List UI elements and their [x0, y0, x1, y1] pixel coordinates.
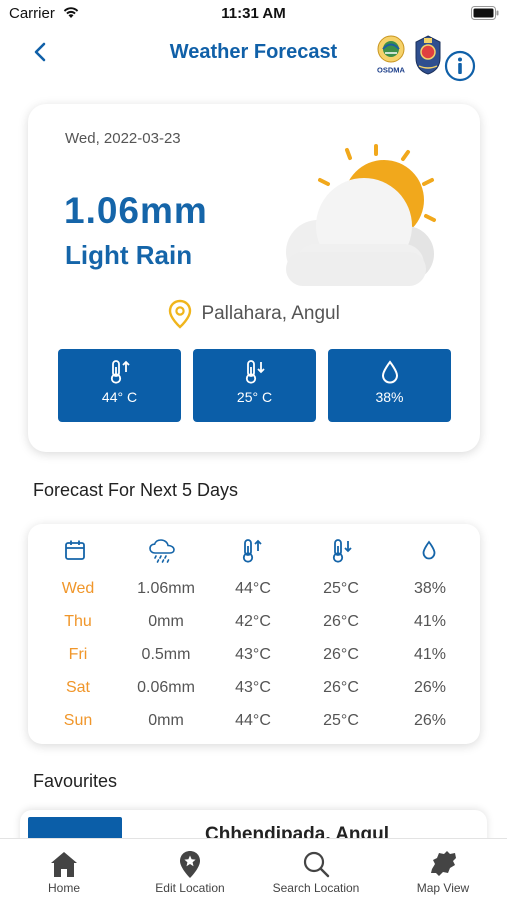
forecast-rain: 0mm	[148, 613, 184, 630]
humidity-box[interactable]: 38%	[328, 349, 451, 422]
map-icon	[431, 851, 456, 876]
forecast-min: 25°C	[323, 712, 359, 729]
status-bar: Carrier 11:31 AM	[0, 0, 507, 30]
forecast-rain: 0.5mm	[141, 646, 191, 663]
forecast-header-date	[45, 538, 105, 567]
sun-cloud-rain-icon	[286, 144, 436, 286]
location-pin-icon	[180, 851, 200, 878]
forecast-day: Thu	[64, 613, 92, 630]
forecast-day: Sun	[63, 712, 93, 729]
location-name: Pallahara, Angul	[201, 303, 340, 324]
forecast-max: 44°C	[235, 580, 271, 597]
max-temp-value: 44° C	[101, 389, 138, 405]
svg-text:OSDMA: OSDMA	[377, 66, 406, 75]
forecast-rain: 1.06mm	[137, 580, 195, 597]
forecast-min: 26°C	[323, 613, 359, 630]
forecast-min: 26°C	[323, 679, 359, 696]
forecast-header-max	[222, 538, 282, 569]
thermometer-down-icon	[245, 360, 265, 384]
clock: 11:31 AM	[221, 5, 286, 22]
tab-search-location[interactable]: Search Location	[253, 839, 379, 900]
thermometer-up-icon	[110, 360, 130, 384]
droplet-icon	[422, 540, 436, 560]
forecast-humidity: 26%	[413, 712, 447, 729]
info-button[interactable]	[444, 50, 476, 87]
humidity-value: 38%	[375, 389, 404, 405]
search-icon	[303, 851, 330, 878]
forecast-header-humidity	[399, 538, 459, 567]
weather-description: Light Rain	[65, 240, 193, 270]
droplet-icon	[381, 360, 398, 384]
forecast-day: Wed	[61, 580, 95, 597]
forecast-max: 42°C	[235, 613, 271, 630]
tab-map-view-label: Map View	[416, 881, 470, 895]
location-pin-icon	[168, 299, 192, 329]
min-temp-box[interactable]: 25° C	[193, 349, 316, 422]
forecast-header-min	[312, 538, 372, 569]
forecast-humidity: 38%	[413, 580, 447, 597]
police-emblem-logo	[415, 35, 441, 75]
tab-bar: Home Edit Location Search Location Map V…	[0, 838, 507, 900]
osdma-logo: OSDMA	[376, 35, 406, 75]
forecast-humidity: 41%	[413, 613, 447, 630]
tab-edit-location[interactable]: Edit Location	[127, 839, 253, 900]
rain-cloud-icon	[149, 539, 175, 563]
tab-map-view[interactable]: Map View	[380, 839, 506, 900]
forecast-max: 44°C	[235, 712, 271, 729]
home-icon	[51, 852, 77, 877]
tab-home-label: Home	[47, 881, 80, 895]
calendar-icon	[65, 540, 85, 560]
forecast-header-rain	[132, 538, 192, 569]
current-date: Wed, 2022-03-23	[65, 130, 181, 147]
forecast-min: 26°C	[323, 646, 359, 663]
nav-bar: Weather Forecast OSDMA	[0, 30, 507, 90]
forecast-humidity: 41%	[413, 646, 447, 663]
forecast-day: Fri	[68, 646, 88, 663]
info-icon	[444, 50, 476, 82]
tab-search-location-label: Search Location	[272, 881, 360, 895]
battery-icon	[471, 6, 499, 20]
forecast-section-title: Forecast For Next 5 Days	[33, 480, 239, 500]
tab-edit-location-label: Edit Location	[155, 881, 225, 895]
forecast-rain: 0mm	[148, 712, 184, 729]
min-temp-value: 25° C	[236, 389, 273, 405]
forecast-max: 43°C	[235, 646, 271, 663]
rainfall-value: 1.06mm	[64, 190, 208, 231]
forecast-min: 25°C	[323, 580, 359, 597]
forecast-humidity: 26%	[413, 679, 447, 696]
location-row: Pallahara, Angul	[28, 299, 480, 329]
thermometer-up-icon	[242, 539, 262, 563]
current-weather-card: Wed, 2022-03-23 1.06mm Light Rain Pallah…	[28, 104, 480, 452]
forecast-table: Wed 1.06mm 44°C 25°C 38% Thu 0mm 42°C 26…	[28, 524, 480, 744]
forecast-rain: 0.06mm	[137, 679, 195, 696]
thermometer-down-icon	[332, 539, 352, 563]
favourites-section-title: Favourites	[33, 771, 118, 791]
forecast-day: Sat	[65, 679, 90, 696]
forecast-max: 43°C	[235, 679, 271, 696]
tab-home[interactable]: Home	[1, 839, 127, 900]
max-temp-box[interactable]: 44° C	[58, 349, 181, 422]
